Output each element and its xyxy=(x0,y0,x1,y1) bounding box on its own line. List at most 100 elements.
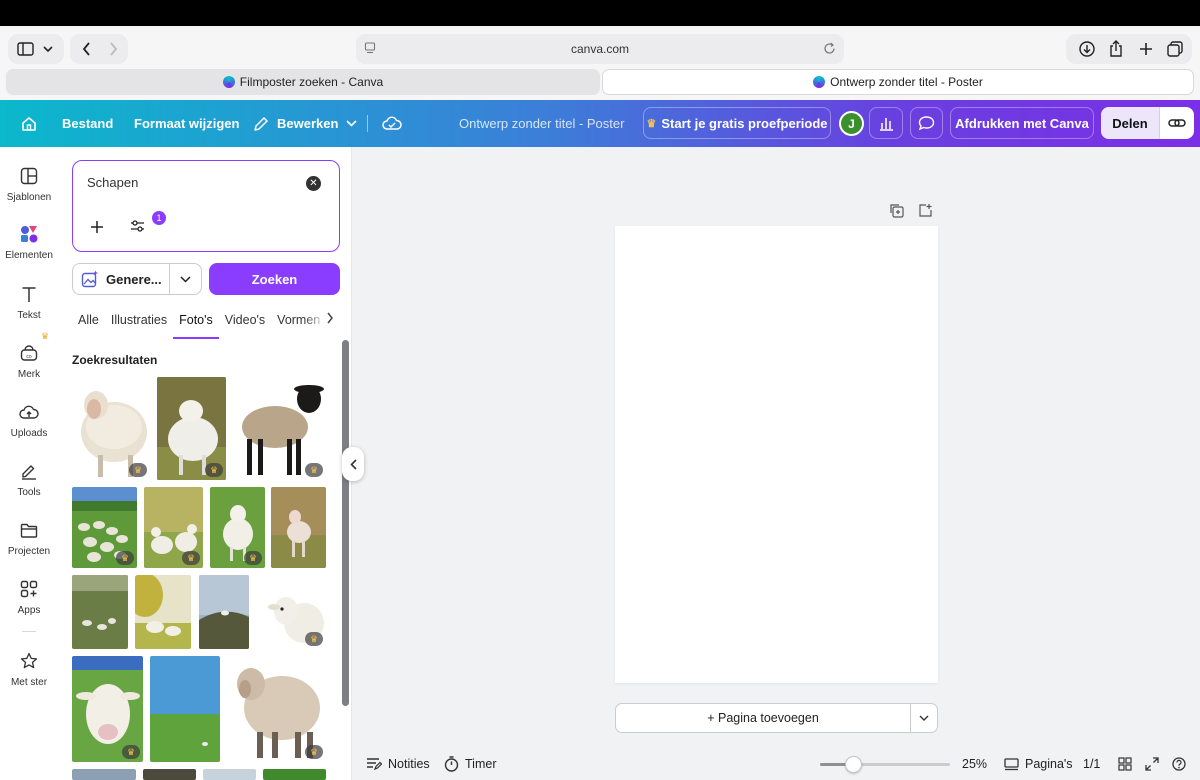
rail-label: Projecten xyxy=(7,546,51,557)
chevron-down-icon xyxy=(180,275,191,283)
filter-icon[interactable] xyxy=(130,219,146,235)
timer-icon xyxy=(444,756,459,772)
back-icon[interactable] xyxy=(78,41,94,57)
document-title[interactable]: Ontwerp zonder titel - Poster xyxy=(459,100,624,147)
notes-icon xyxy=(367,758,382,771)
result-image-field[interactable] xyxy=(150,656,220,762)
result-image-sheep[interactable]: ♛ xyxy=(72,377,150,480)
search-input[interactable] xyxy=(87,175,297,190)
tab-videos[interactable]: Video's xyxy=(219,309,271,339)
rail-item-elements[interactable]: Elementen xyxy=(0,223,58,279)
avatar[interactable]: J xyxy=(839,111,864,136)
result-image-partial[interactable] xyxy=(72,769,136,780)
result-image-pasture[interactable] xyxy=(72,575,128,649)
result-image-sheep[interactable]: ♛ xyxy=(157,377,226,480)
result-image-woolly-sheep[interactable]: ♛ xyxy=(227,656,326,762)
result-image-sheep-hill[interactable] xyxy=(199,575,249,649)
copy-link-button[interactable] xyxy=(1159,107,1194,139)
edit-menu-button[interactable]: Bewerken xyxy=(253,100,357,147)
result-image-partial[interactable] xyxy=(203,769,256,780)
generate-button[interactable]: Genere... xyxy=(73,264,169,294)
generate-options-button[interactable] xyxy=(169,264,201,294)
result-image-lamb[interactable] xyxy=(271,487,326,568)
rail-item-templates[interactable]: Sjablonen xyxy=(0,165,58,221)
results-heading: Zoekresultaten xyxy=(72,353,158,367)
duplicate-page-icon[interactable] xyxy=(889,203,905,219)
share-group: Delen xyxy=(1101,107,1194,139)
rail-item-brand[interactable]: co Merk xyxy=(0,342,58,398)
rail-item-apps[interactable]: Apps xyxy=(0,578,58,634)
result-image-sheep[interactable]: ♛ xyxy=(210,487,265,568)
pages-icon xyxy=(1004,757,1019,770)
result-image-flock[interactable]: ♛ xyxy=(72,487,137,568)
clear-search-icon[interactable]: ✕ xyxy=(306,176,321,191)
rail-item-uploads[interactable]: Uploads xyxy=(0,401,58,457)
chevron-down-icon xyxy=(42,43,54,55)
rail-item-tools[interactable]: Tools xyxy=(0,460,58,516)
rail-item-projects[interactable]: Projecten xyxy=(0,519,58,575)
reader-icon[interactable] xyxy=(364,42,376,57)
plus-icon[interactable] xyxy=(90,217,104,240)
folder-icon xyxy=(18,519,40,541)
trial-button[interactable]: ♛ Start je gratis proefperiode xyxy=(643,107,831,139)
url-bar[interactable]: canva.com xyxy=(356,34,844,64)
result-image-sheep-tree[interactable] xyxy=(135,575,191,649)
premium-crown-icon: ♛ xyxy=(305,632,323,646)
browser-tab-ontwerp[interactable]: Ontwerp zonder titel - Poster xyxy=(602,69,1194,95)
rail-divider xyxy=(22,631,36,632)
add-page-button[interactable]: + Pagina toevoegen xyxy=(616,704,910,732)
reload-icon[interactable] xyxy=(823,42,836,58)
result-image-sheep[interactable]: ♛ xyxy=(233,377,326,480)
bottom-bar: Notities Timer 25% Pagina's 1/1 xyxy=(352,748,1200,780)
result-image-partial[interactable] xyxy=(143,769,196,780)
timer-button[interactable]: Timer xyxy=(444,748,496,780)
chevron-right-icon[interactable] xyxy=(326,312,334,327)
grid-view-button[interactable] xyxy=(1118,748,1132,780)
result-image-partial[interactable] xyxy=(263,769,326,780)
result-image-sheep-face[interactable]: ♛ xyxy=(72,656,143,762)
tab-shapes[interactable]: Vormen xyxy=(271,309,326,339)
share-icon[interactable] xyxy=(1107,39,1125,57)
fullscreen-button[interactable] xyxy=(1145,748,1159,780)
browser-tab-filmposter[interactable]: Filmposter zoeken - Canva xyxy=(6,69,600,95)
premium-crown-icon: ♛ xyxy=(122,745,140,759)
chevron-down-icon xyxy=(919,715,929,721)
help-button[interactable] xyxy=(1172,748,1186,780)
pages-button[interactable]: Pagina's xyxy=(1004,748,1073,780)
result-image-lambs[interactable]: ♛ xyxy=(144,487,203,568)
collapse-panel-button[interactable] xyxy=(342,447,364,481)
forward-icon[interactable] xyxy=(105,41,121,57)
resize-button[interactable]: Formaat wijzigen xyxy=(134,100,239,147)
zoom-level[interactable]: 25% xyxy=(962,748,987,780)
left-rail: Sjablonen Elementen Tekst ♛ co Merk Uplo… xyxy=(0,147,58,780)
add-page-options-button[interactable] xyxy=(910,704,937,732)
notes-button[interactable]: Notities xyxy=(366,748,430,780)
search-button[interactable]: Zoeken xyxy=(209,263,340,295)
file-menu-button[interactable]: Bestand xyxy=(62,100,113,147)
share-button[interactable]: Delen xyxy=(1101,107,1159,139)
tab-illustrations[interactable]: Illustraties xyxy=(105,309,173,339)
tab-all[interactable]: Alle xyxy=(72,309,105,339)
sidebar-toggle-group[interactable] xyxy=(8,34,64,64)
print-with-canva-button[interactable]: Afdrukken met Canva xyxy=(950,107,1094,139)
apps-icon xyxy=(18,578,40,600)
add-page-icon[interactable] xyxy=(918,203,934,219)
comment-button[interactable] xyxy=(910,107,943,139)
link-icon xyxy=(1168,119,1186,127)
result-image-sheep-head[interactable]: ♛ xyxy=(262,575,326,649)
panel-scrollbar[interactable] xyxy=(342,340,349,706)
cloud-save-status[interactable] xyxy=(382,100,402,147)
new-tab-icon[interactable] xyxy=(1137,40,1155,58)
tab-overview-icon[interactable] xyxy=(1166,40,1184,58)
zoom-slider[interactable] xyxy=(820,756,950,773)
insights-button[interactable] xyxy=(869,107,903,139)
zoom-slider-handle[interactable] xyxy=(844,756,862,773)
templates-icon xyxy=(18,165,40,187)
rail-item-starred[interactable]: Met ster xyxy=(0,650,58,706)
download-icon[interactable] xyxy=(1078,40,1096,58)
rail-item-text[interactable]: Tekst xyxy=(0,283,58,339)
home-button[interactable] xyxy=(20,100,38,147)
tab-photos[interactable]: Foto's xyxy=(173,309,219,339)
design-page[interactable] xyxy=(615,226,938,683)
browser-chrome: canva.com Filmposter zoeken - Canva Ontw… xyxy=(0,26,1200,100)
